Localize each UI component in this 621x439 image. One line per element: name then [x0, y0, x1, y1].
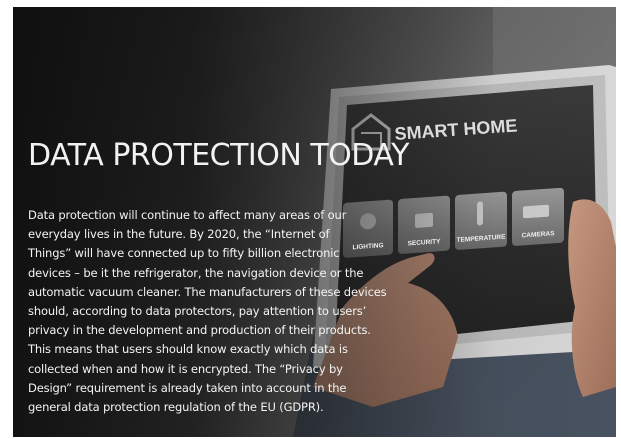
tile-label-cameras: CAMERAS [522, 230, 555, 239]
tile-label-temperature: TEMPERATURE [457, 234, 507, 244]
smart-home-title: SMART HOME [394, 115, 518, 144]
tile-label-security: SECURITY [408, 238, 441, 247]
tablet-screen-labels: SMART HOME LIGHTING SECURITY TEMPERATURE… [352, 115, 555, 251]
hero-banner: DATA PROTECTION TODAY Data protection wi… [13, 7, 616, 437]
tile-label-lighting: LIGHTING [352, 242, 383, 251]
